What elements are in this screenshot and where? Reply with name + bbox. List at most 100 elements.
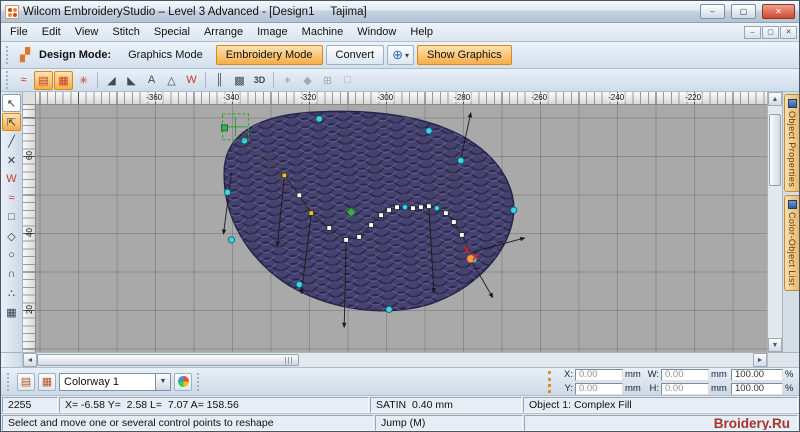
embroidery-mode-button[interactable]: Embroidery Mode	[215, 45, 323, 65]
menu-machine[interactable]: Machine	[295, 24, 351, 40]
reshape-tool[interactable]: ⇱	[2, 113, 21, 131]
pointer-coordinates: X= -6.58 Y= 2.58 L= 7.07 A= 158.56	[59, 397, 369, 413]
scroll-down-button[interactable]: ▼	[768, 338, 782, 352]
toolbar-grip[interactable]	[6, 71, 11, 89]
palette-editor-icon[interactable]: ▤	[17, 372, 35, 391]
show-graphics-button[interactable]: Show Graphics	[417, 45, 512, 65]
menu-help[interactable]: Help	[403, 24, 440, 40]
x-input[interactable]	[575, 368, 623, 381]
grid-tool[interactable]: ▦	[2, 303, 21, 321]
menu-special[interactable]: Special	[147, 24, 197, 40]
ruler-label: -240	[607, 93, 626, 102]
ripple-fill-icon[interactable]: ◆	[298, 71, 317, 90]
rectangle-tool[interactable]: □	[2, 208, 21, 226]
y-input[interactable]	[575, 382, 623, 395]
hint-bar-right: Broidery.Ru	[524, 415, 798, 431]
menu-arrange[interactable]: Arrange	[197, 24, 250, 40]
colorway-selected-value: Colorway 1	[64, 375, 120, 388]
toolbar-separator	[205, 72, 206, 88]
mdi-close-button[interactable]: ✕	[780, 25, 797, 39]
convert-button[interactable]: Convert	[325, 45, 385, 65]
mdi-minimize-button[interactable]: –	[744, 25, 761, 39]
menu-window[interactable]: Window	[350, 24, 403, 40]
horizontal-scroll-track[interactable]	[37, 353, 753, 367]
star-fill-icon[interactable]: ✶	[278, 71, 297, 90]
mdi-restore-button[interactable]: ▢	[762, 25, 779, 39]
canvas-panel: -360 -340 -320 -300 -280 -260 -240 -220 …	[23, 92, 767, 352]
w-input[interactable]	[661, 368, 709, 381]
stitch-toolbar: ≈ ▤ ▦ ✳ ◢ ◣ A △ W ║ ▩ 3D ✶ ◆ ⊞ □	[1, 69, 799, 92]
graphics-mode-button[interactable]: Graphics Mode	[118, 45, 213, 65]
menu-file[interactable]: File	[3, 24, 35, 40]
vertical-ruler: 60 40 20	[23, 105, 36, 352]
tab-color-object-list[interactable]: Color-Object List	[784, 195, 799, 292]
scroll-up-button[interactable]: ▲	[768, 92, 782, 106]
design-canvas-svg	[220, 110, 526, 329]
mesh-icon[interactable]: ⊞	[318, 71, 337, 90]
close-button[interactable]: ✕	[762, 4, 795, 19]
tatami-stitch-icon[interactable]: ▦	[54, 70, 73, 90]
fusion-fill-icon[interactable]: ▩	[230, 71, 249, 90]
w-scale-input[interactable]	[731, 368, 783, 381]
colorway-flower-icon	[177, 376, 189, 387]
scroll-right-button[interactable]: ►	[753, 353, 767, 367]
colorway-editor-button[interactable]	[174, 372, 192, 391]
menu-edit[interactable]: Edit	[35, 24, 68, 40]
maximize-button[interactable]: ▢	[731, 4, 756, 19]
globe-icon: ⊕	[392, 47, 403, 62]
h-scale-input[interactable]	[731, 382, 783, 395]
menu-view[interactable]: View	[68, 24, 106, 40]
input-a-icon[interactable]: ◢	[102, 71, 121, 90]
lettering-icon[interactable]: A	[142, 71, 161, 90]
vertical-scroll-track[interactable]	[768, 106, 782, 338]
machine-format-button[interactable]: ⊕ ▾	[387, 45, 414, 65]
menu-bar: File Edit View Stitch Special Arrange Im…	[1, 23, 799, 42]
outline-design-icon[interactable]: □	[338, 71, 357, 90]
select-tool[interactable]: ↖	[2, 94, 21, 112]
tab-label: Object Properties	[787, 111, 797, 188]
input-b-icon[interactable]: ◣	[122, 71, 141, 90]
ruler-corner	[23, 92, 36, 105]
horizontal-scroll-thumb[interactable]	[37, 354, 299, 366]
diamond-tool[interactable]: ◇	[2, 227, 21, 245]
h-input[interactable]	[661, 382, 709, 395]
x-label: X:	[564, 369, 573, 380]
arc-tool[interactable]: ∩	[2, 265, 21, 283]
penetrations-tool[interactable]: ∴	[2, 284, 21, 302]
toolbar-grip[interactable]	[7, 372, 12, 391]
menu-stitch[interactable]: Stitch	[105, 24, 147, 40]
colorway-select[interactable]: Colorway 1 ▼	[59, 372, 171, 391]
embroidery-object[interactable]	[223, 110, 515, 312]
design-canvas[interactable]	[36, 105, 767, 352]
chevron-down-icon[interactable]: ▼	[155, 373, 170, 390]
ruler-label: -280	[453, 93, 472, 102]
side-tabs: Object Properties Color-Object List	[782, 92, 799, 352]
splitter-grip-icon[interactable]	[285, 356, 294, 364]
knife-tool[interactable]: ✕	[2, 151, 21, 169]
3d-warp-icon[interactable]: 3D	[250, 71, 269, 90]
ruler-label: 40	[25, 228, 34, 237]
lettering-tool[interactable]: W	[2, 170, 21, 188]
status-bar: 2255 X= -6.58 Y= 2.58 L= 7.07 A= 158.56 …	[1, 395, 799, 413]
run-stitch-icon[interactable]: ≈	[14, 71, 33, 90]
vertical-scroll-thumb[interactable]	[769, 114, 781, 186]
scroll-left-button[interactable]: ◄	[23, 353, 37, 367]
menu-image[interactable]: Image	[250, 24, 295, 40]
input-c-icon[interactable]: △	[162, 71, 181, 90]
panel-grip-icon[interactable]	[548, 370, 554, 393]
measure-tool[interactable]: ╱	[2, 132, 21, 150]
unit-label: mm	[711, 369, 727, 380]
chevron-down-icon: ▾	[404, 50, 409, 60]
toolbar-grip[interactable]	[6, 46, 11, 64]
toolbar-grip[interactable]	[197, 372, 202, 391]
vertical-scrollbar[interactable]: ▲ ▼	[767, 92, 782, 352]
motif-stitch-icon[interactable]: ✳	[74, 71, 93, 90]
tab-object-properties[interactable]: Object Properties	[784, 94, 799, 193]
freehand-tool[interactable]: ≈	[2, 189, 21, 207]
monogram-icon[interactable]: W	[182, 71, 201, 90]
column-icon[interactable]: ║	[210, 71, 229, 90]
ellipse-tool[interactable]: ○	[2, 246, 21, 264]
thread-colors-icon[interactable]: ▦	[38, 372, 56, 391]
satin-stitch-icon[interactable]: ▤	[34, 70, 53, 90]
minimize-button[interactable]: –	[700, 4, 725, 19]
